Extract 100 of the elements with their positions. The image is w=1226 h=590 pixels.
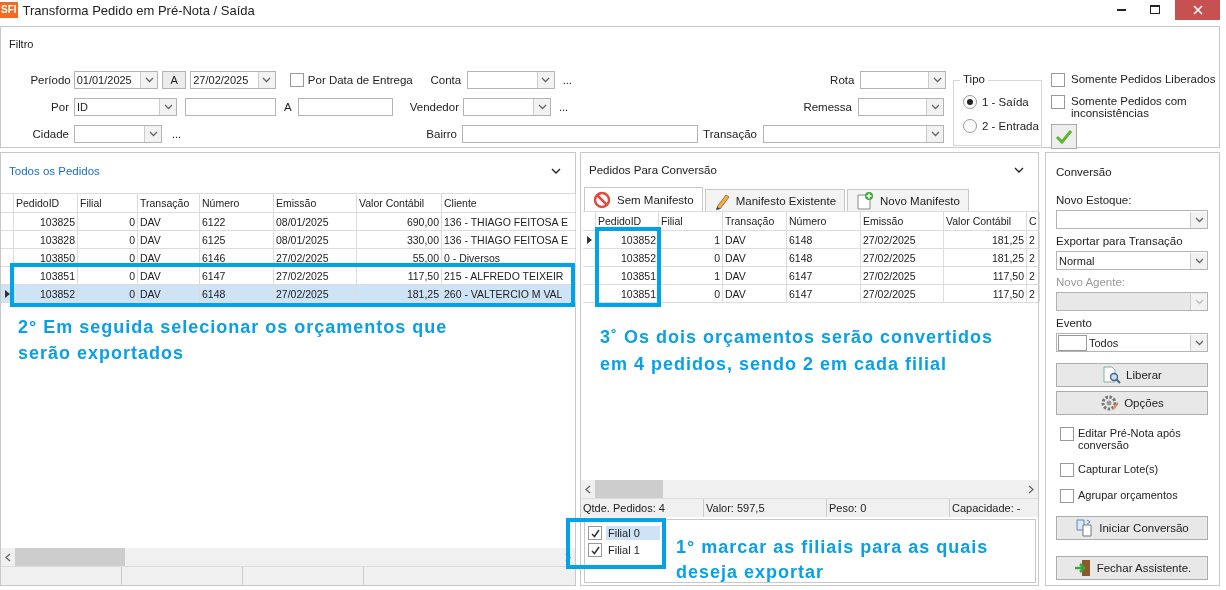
range-button[interactable]: A <box>162 71 187 89</box>
column-header[interactable]: Transação <box>138 194 200 212</box>
table-cell: 2 <box>1027 249 1040 266</box>
table-cell: 6125 <box>200 231 274 248</box>
action-button[interactable]: Fechar Assistente. <box>1056 556 1208 580</box>
dropdown[interactable] <box>467 71 555 89</box>
date-dropdown[interactable]: 01/01/2025 <box>73 71 159 89</box>
dropdown[interactable] <box>858 98 944 116</box>
table-cell: 27/02/2025 <box>274 285 357 302</box>
dropdown[interactable] <box>860 71 946 89</box>
table-cell: 0 <box>78 231 138 248</box>
table-cell: DAV <box>138 213 200 230</box>
column-header[interactable]: Cliente <box>442 194 576 212</box>
table-cell: 103852 <box>596 231 659 248</box>
no-entry-icon <box>593 190 611 209</box>
dropdown[interactable] <box>763 125 944 143</box>
checkbox[interactable] <box>1051 95 1065 109</box>
dropdown[interactable] <box>74 125 162 143</box>
list-item[interactable]: Filial 1 <box>606 543 660 557</box>
checkbox[interactable] <box>588 543 602 557</box>
dropdown[interactable] <box>463 98 551 116</box>
table-cell: 103851 <box>14 267 78 284</box>
table-row[interactable]: 103852 1 DAV 6148 27/02/2025 181,25 2 <box>583 231 1038 249</box>
checkbox[interactable] <box>289 73 304 87</box>
field-label: Remessa <box>802 101 852 113</box>
table-cell: 27/02/2025 <box>861 285 944 302</box>
table-row[interactable]: 103852 0 DAV 6148 27/02/2025 181,25 260 - VALTERCIO M VAL <box>1 285 575 303</box>
tab[interactable]: Novo Manifesto <box>847 189 969 211</box>
column-header[interactable]: Valor Contábil <box>357 194 442 212</box>
list-item[interactable]: Filial 0 <box>606 526 660 540</box>
table-cell: DAV <box>138 249 200 266</box>
scrollbar-thumb[interactable] <box>595 480 663 498</box>
apply-button[interactable] <box>1051 124 1077 149</box>
table-row[interactable]: 103850 0 DAV 6146 27/02/2025 55,00 0 - Diversos <box>1 249 575 267</box>
annotation-text: 3˚ Os dois orçamentos serão convertidos em 4 pedidos, sendo 2 em cada filial <box>600 326 995 376</box>
action-button[interactable]: Opções <box>1056 391 1208 415</box>
column-header[interactable]: Filial <box>78 194 138 212</box>
action-button[interactable]: Iniciar Conversão <box>1056 516 1208 540</box>
table-cell: 117,50 <box>357 267 442 284</box>
more-button[interactable]: ... <box>562 74 580 86</box>
table-cell: 0 <box>659 285 723 302</box>
panel-title: Conversão <box>1056 166 1113 180</box>
table-cell: 215 - ALFREDO TEIXEIR <box>442 267 576 284</box>
column-header[interactable]: Número <box>200 194 274 212</box>
column-header[interactable]: PedidoID <box>14 194 78 212</box>
annotation-text: 2° Em seguida selecionar os orçamentos que serão exportados <box>18 316 449 365</box>
table-row[interactable]: 103852 0 DAV 6148 27/02/2025 181,25 2 <box>583 249 1038 267</box>
table-cell: 55,00 <box>357 249 442 266</box>
table-cell: 136 - THIAGO FEITOSA E <box>442 213 576 230</box>
date-dropdown[interactable]: 27/02/2025 <box>190 71 276 89</box>
input-field[interactable] <box>185 98 276 116</box>
checkbox[interactable] <box>1060 427 1074 441</box>
chevron-down-icon <box>537 104 547 110</box>
more-button[interactable]: ... <box>559 101 576 113</box>
tab[interactable]: Manifesto Existente <box>704 189 846 211</box>
close-button[interactable] <box>1175 0 1220 20</box>
minimize-icon <box>1116 9 1126 11</box>
table-row[interactable]: 103828 0 DAV 6125 08/01/2025 330,00 136 - THIAGO FEITOSA E <box>1 231 575 249</box>
column-header[interactable]: C <box>1027 212 1040 230</box>
column-header[interactable]: Emissão <box>274 194 357 212</box>
tab[interactable]: Sem Manifesto <box>584 187 703 211</box>
dropdown[interactable]: Todos <box>1056 333 1208 352</box>
gear-icon <box>1100 394 1121 412</box>
table-row[interactable]: 103825 0 DAV 6122 08/01/2025 690,00 136 - THIAGO FEITOSA E <box>1 213 575 231</box>
input-field[interactable] <box>462 125 698 143</box>
chevron-down-icon[interactable] <box>551 167 561 175</box>
current-row-icon <box>4 289 10 298</box>
horizontal-scrollbar[interactable] <box>1 548 575 566</box>
table-row[interactable]: 103851 0 DAV 6147 27/02/2025 117,50 2 <box>583 285 1038 303</box>
checkbox[interactable] <box>1060 489 1074 503</box>
column-header[interactable]: Número <box>787 212 861 230</box>
column-header[interactable]: Valor Contábil <box>944 212 1027 230</box>
table-cell: DAV <box>138 285 200 302</box>
dropdown[interactable]: Normal <box>1056 251 1208 270</box>
chevron-down-icon <box>1194 298 1204 305</box>
table-cell: 103852 <box>14 285 78 302</box>
field-label: Evento <box>1056 317 1093 330</box>
column-header[interactable]: Filial <box>659 212 723 230</box>
radio-label: 1 - Saída <box>982 96 1029 108</box>
column-header[interactable]: PedidoID <box>596 212 659 230</box>
more-button[interactable]: ... <box>172 128 192 140</box>
table-cell: 6122 <box>200 213 274 230</box>
table-row[interactable]: 103851 1 DAV 6147 27/02/2025 117,50 2 <box>583 267 1038 285</box>
dropdown[interactable] <box>1056 210 1208 229</box>
status-text: Qtde. Pedidos: 4 <box>581 499 704 517</box>
checkbox[interactable] <box>588 526 602 540</box>
chevron-down-icon[interactable] <box>1014 166 1024 174</box>
column-header[interactable]: Emissão <box>861 212 944 230</box>
input-field[interactable] <box>298 98 393 116</box>
scrollbar-thumb[interactable] <box>15 548 125 566</box>
table-cell: 103850 <box>14 249 78 266</box>
checkbox[interactable] <box>1051 73 1065 87</box>
panel-title: Todos os Pedidos <box>9 165 101 177</box>
action-button[interactable]: Liberar <box>1056 363 1208 387</box>
column-header[interactable]: Transação <box>723 212 787 230</box>
table-cell: 0 <box>78 267 138 284</box>
checkbox[interactable] <box>1060 463 1074 477</box>
dropdown[interactable]: ID <box>74 98 177 116</box>
table-cell: 6147 <box>787 285 861 302</box>
horizontal-scrollbar[interactable] <box>581 480 1038 498</box>
